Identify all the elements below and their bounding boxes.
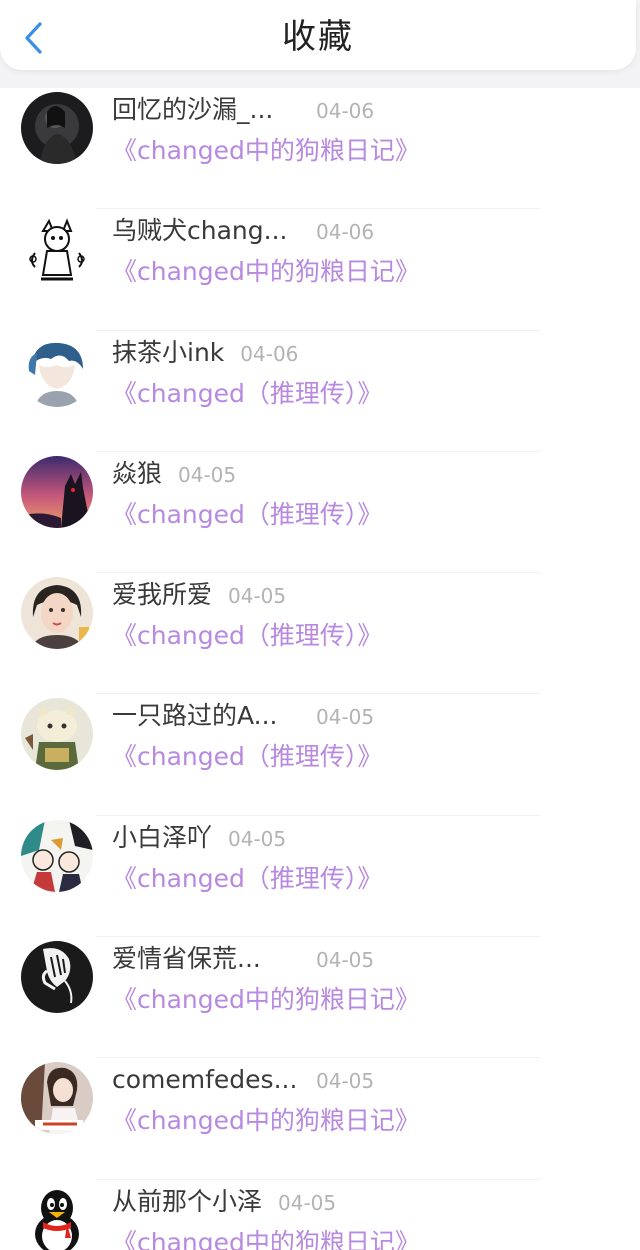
date-label: 04-05 xyxy=(316,705,375,730)
avatar[interactable] xyxy=(21,92,93,164)
list-item[interactable]: 爱我所爱⁣ 04-05 《changed（推理传）》 xyxy=(0,573,640,695)
book-title-link[interactable]: 《changed（推理传）》 xyxy=(112,375,382,413)
book-title-link[interactable]: 《changed（推理传）》 xyxy=(112,860,382,898)
user-name[interactable]: 一只路过的A... xyxy=(112,696,300,736)
user-name[interactable]: 从前那个小泽 xyxy=(112,1182,262,1222)
user-name[interactable]: 爱我所爱⁣ xyxy=(112,575,212,615)
avatar[interactable] xyxy=(21,819,93,892)
user-name[interactable]: comemfedes... xyxy=(112,1060,300,1100)
avatar[interactable] xyxy=(21,1062,93,1135)
book-title-link[interactable]: 《changed（推理传）》 xyxy=(112,496,382,534)
book-title-link[interactable]: 《changed中的狗粮日记》 xyxy=(112,1224,420,1250)
name-row: 一只路过的A... 04-05 xyxy=(112,696,374,736)
user-name[interactable]: 焱狼 xyxy=(112,454,162,494)
avatar[interactable] xyxy=(21,334,93,407)
list-item[interactable]: comemfedes... 04-05 《changed中的狗粮日记》 xyxy=(0,1058,640,1180)
list-item[interactable]: 小白泽吖 04-05 《changed（推理传）》 xyxy=(0,816,640,938)
avatar[interactable] xyxy=(21,698,93,771)
book-title-link[interactable]: 《changed（推理传）》 xyxy=(112,617,382,655)
list-item[interactable]: 一只路过的A... 04-05 《changed（推理传）》 xyxy=(0,694,640,816)
header-card: 收藏 xyxy=(0,0,636,70)
date-label: 04-05 xyxy=(278,1190,337,1215)
name-row: 爱情省保荒... 04-05 xyxy=(112,939,374,979)
list-item[interactable]: 乌贼犬chang... 04-06 《changed中的狗粮日记》 xyxy=(0,209,640,331)
book-title-link[interactable]: 《changed中的狗粮日记》 xyxy=(112,132,420,170)
name-row: 爱我所爱⁣ 04-05 xyxy=(112,575,286,615)
date-label: 04-05 xyxy=(228,584,287,609)
date-label: 04-05 xyxy=(316,1069,375,1094)
favorites-screen: 收藏 回忆的沙漏_... 04-06 《changed中的狗粮日记》 乌贼犬ch… xyxy=(0,0,640,1250)
avatar[interactable] xyxy=(21,213,93,286)
book-title-link[interactable]: 《changed（推理传）》 xyxy=(112,738,382,776)
user-name[interactable]: 回忆的沙漏_... xyxy=(112,90,300,130)
name-row: 抹茶小ink 04-06 xyxy=(112,333,298,373)
avatar[interactable] xyxy=(21,577,93,650)
user-name[interactable]: 抹茶小ink xyxy=(112,333,224,373)
name-row: 焱狼 04-05 xyxy=(112,454,236,494)
list-item[interactable]: 焱狼 04-05 《changed（推理传）》 xyxy=(0,452,640,574)
name-row: 小白泽吖 04-05 xyxy=(112,818,286,858)
date-label: 04-05 xyxy=(178,462,237,487)
avatar[interactable] xyxy=(21,455,93,528)
list-item[interactable]: 回忆的沙漏_... 04-06 《changed中的狗粮日记》 xyxy=(0,88,640,210)
book-title-link[interactable]: 《changed中的狗粮日记》 xyxy=(112,1102,420,1140)
name-row: 乌贼犬chang... 04-06 xyxy=(112,211,374,251)
header-bar: 收藏 xyxy=(0,0,640,88)
user-name[interactable]: 爱情省保荒... xyxy=(112,939,300,979)
date-label: 04-06 xyxy=(240,341,299,366)
book-title-link[interactable]: 《changed中的狗粮日记》 xyxy=(112,981,420,1019)
favorites-list: 回忆的沙漏_... 04-06 《changed中的狗粮日记》 乌贼犬chang… xyxy=(0,88,640,1250)
list-item[interactable]: 抹茶小ink 04-06 《changed（推理传）》 xyxy=(0,331,640,452)
name-row: 回忆的沙漏_... 04-06 xyxy=(112,90,374,130)
date-label: 04-06 xyxy=(316,99,375,123)
date-label: 04-05 xyxy=(228,826,287,851)
name-row: comemfedes... 04-05 xyxy=(112,1060,374,1100)
list-item[interactable]: 从前那个小泽 04-05 《changed中的狗粮日记》 xyxy=(0,1180,640,1250)
avatar[interactable] xyxy=(21,941,93,1014)
date-label: 04-06 xyxy=(316,220,375,245)
page-title: 收藏 xyxy=(282,17,354,57)
book-title-link[interactable]: 《changed中的狗粮日记》 xyxy=(112,253,420,291)
date-label: 04-05 xyxy=(316,948,375,973)
name-row: 从前那个小泽 04-05 xyxy=(112,1182,336,1222)
user-name[interactable]: 小白泽吖 xyxy=(112,818,212,858)
user-name[interactable]: 乌贼犬chang... xyxy=(112,211,300,251)
list-item[interactable]: 爱情省保荒... 04-05 《changed中的狗粮日记》 xyxy=(0,937,640,1059)
avatar[interactable] xyxy=(21,1184,93,1250)
